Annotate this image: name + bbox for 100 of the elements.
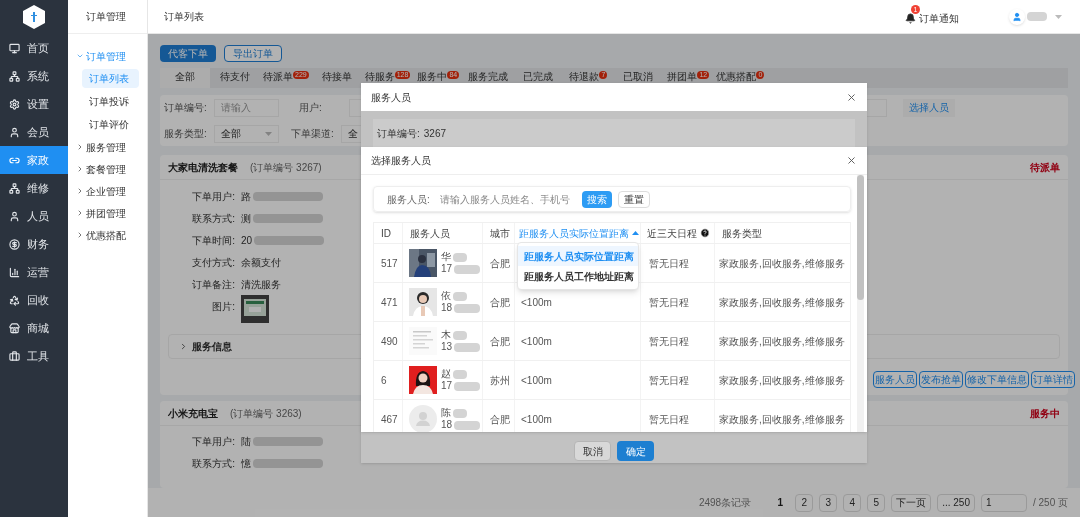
page-button[interactable]: ... 250 [937, 493, 975, 512]
scrollbar[interactable] [857, 175, 864, 432]
sidebar-item[interactable]: 回收 [0, 286, 68, 314]
submenu-group[interactable]: 服务管理 [68, 136, 147, 158]
chart-icon [9, 266, 20, 278]
staff-name: 华 [441, 251, 451, 263]
table-cell-text: 490 [381, 334, 398, 349]
nodes-icon [9, 182, 20, 194]
sidebar-item[interactable]: 设置 [0, 90, 68, 118]
nodes-icon [9, 70, 20, 82]
user-icon [9, 210, 20, 222]
table-cell-text: 467 [381, 412, 398, 427]
staff-phone: 17 [441, 263, 453, 275]
submenu-group[interactable]: 套餐管理 [68, 158, 147, 180]
help-icon[interactable] [700, 228, 710, 238]
logo-icon[interactable] [23, 5, 45, 29]
order-status: 待派单 [1030, 160, 1060, 175]
sidebar-item[interactable]: 商城 [0, 314, 68, 342]
caret-down-icon [1055, 14, 1062, 19]
table-cell-text: 暂无日程 [649, 412, 689, 427]
submenu-group[interactable]: 订单管理 [68, 45, 147, 67]
toolbar-button[interactable]: 代客下单 [160, 45, 216, 62]
submenu-item[interactable]: 订单投诉 [82, 92, 139, 111]
dialog-title: 选择服务人员 [371, 154, 431, 168]
page-button[interactable]: 1 [771, 493, 790, 512]
sidebar-item[interactable]: 维修 [0, 174, 68, 202]
recycle-icon [9, 294, 20, 306]
coin-icon [9, 238, 20, 250]
table-cell-text: 合肥 [490, 295, 510, 310]
staff-phone: 18 [441, 302, 453, 314]
search-label: 服务人员: [387, 192, 430, 207]
filter-label: 订单编号: [163, 101, 208, 115]
submenu-item[interactable]: 订单评价 [82, 115, 139, 134]
user-icon [9, 126, 20, 138]
submenu-group[interactable]: 企业管理 [68, 180, 147, 202]
field-label: 下单用户: [191, 434, 235, 449]
chevron-right-icon [76, 143, 84, 151]
sort-option[interactable]: 距服务人员工作地址距离 [518, 266, 638, 286]
field-value: 陆 [241, 434, 251, 449]
info-label: 订单编号: [377, 127, 420, 141]
dialog-button[interactable]: 确定 [617, 441, 654, 461]
shop-icon [9, 322, 20, 334]
tab[interactable]: 待接单 [311, 68, 362, 88]
redaction-mark [453, 291, 467, 301]
table-cell-text: 苏州 [490, 373, 510, 388]
page-button[interactable]: 5 [867, 493, 886, 512]
briefcase-icon [9, 350, 20, 362]
close-icon[interactable] [846, 91, 857, 103]
avatar-icon[interactable] [1009, 8, 1025, 25]
tab[interactable]: 待支付 [210, 68, 260, 88]
field-value: 余额支付 [241, 255, 281, 270]
column-header[interactable]: 服务人员 [402, 223, 482, 243]
chevron-right-icon [76, 187, 84, 195]
sidebar-item[interactable]: 系统 [0, 62, 68, 90]
order-number: (订单编号 3267) [250, 160, 322, 175]
table-cell-text: 家政服务,回收服务,维修服务 [719, 373, 845, 388]
table-cell-text: 517 [381, 256, 398, 271]
column-header[interactable]: 服务类型 [714, 223, 849, 243]
tab[interactable]: 全部 [160, 68, 210, 88]
sidebar-item[interactable]: 会员 [0, 118, 68, 146]
order-title: 小米充电宝 [168, 406, 218, 421]
column-header[interactable]: 城市 [482, 223, 514, 243]
table-cell-text: 合肥 [490, 412, 510, 427]
column-header[interactable]: ID [374, 223, 402, 243]
select-field[interactable]: 全部 [214, 124, 279, 143]
sidebar-item[interactable]: 运营 [0, 258, 68, 286]
filter-label: 下单渠道: [290, 127, 335, 141]
sidebar-item[interactable]: 人员 [0, 202, 68, 230]
dialog-title: 服务人员 [371, 90, 411, 105]
page-button[interactable]: 4 [843, 493, 862, 512]
order-number: (订单编号 3263) [230, 406, 302, 421]
page-input[interactable]: 1 [980, 493, 1027, 512]
staff-phone: 18 [441, 419, 453, 431]
dialog-button[interactable]: 取消 [574, 441, 611, 461]
avatar-icon [409, 405, 437, 432]
search-button[interactable]: 重置 [617, 190, 650, 208]
redaction-mark [454, 420, 481, 430]
sidebar-item[interactable]: 工具 [0, 342, 68, 370]
submenu-group[interactable]: 拼团管理 [68, 202, 147, 224]
chevron-down-icon [76, 52, 84, 60]
redaction-mark [454, 381, 481, 391]
table-cell-text: 家政服务,回收服务,维修服务 [719, 334, 845, 349]
bell-icon [905, 13, 916, 24]
redaction-mark [453, 408, 467, 418]
column-header[interactable]: 近三天日程 [640, 223, 714, 243]
sidebar-item[interactable]: 财务 [0, 230, 68, 258]
field-label: 下单时间: [191, 233, 235, 248]
chevron-right-icon [76, 231, 84, 239]
page-button[interactable]: 2 [795, 493, 814, 512]
sidebar-item[interactable]: 首页 [0, 34, 68, 62]
table-cell-text: 家政服务,回收服务,维修服务 [719, 295, 845, 310]
close-icon[interactable] [846, 155, 857, 166]
page-button[interactable]: 3 [819, 493, 838, 512]
submenu-group[interactable]: 优惠搭配 [68, 224, 147, 246]
field-label: 图片: [211, 300, 235, 314]
page-count: / 250 页 [1032, 496, 1068, 510]
table-cell-text: 家政服务,回收服务,维修服务 [719, 256, 845, 271]
next-page-button[interactable]: 下一页 [891, 493, 932, 512]
toolbar-button[interactable]: 导出订单 [224, 45, 282, 62]
chevron-right-icon [76, 209, 84, 217]
